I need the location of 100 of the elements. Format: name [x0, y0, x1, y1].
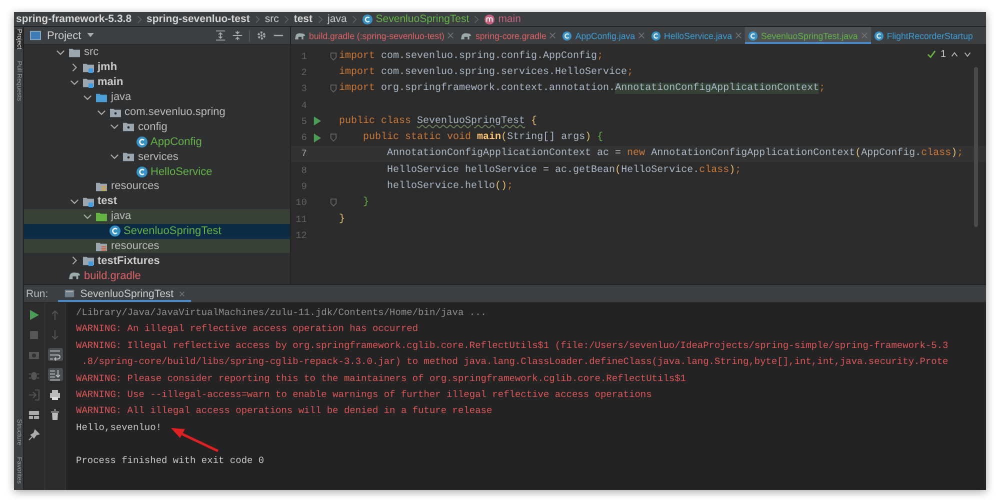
wrap-icon[interactable]: [48, 348, 62, 361]
breadcrumb-item[interactable]: spring-framework-5.3.8: [16, 13, 132, 25]
tree-item[interactable]: build.gradle: [24, 268, 290, 284]
expand-all-icon[interactable]: [215, 30, 226, 41]
console-line: /Library/Java/JavaVirtualMachines/zulu-11.jdk/Contents/Home/bin/java ...: [76, 306, 488, 320]
close-icon[interactable]: [549, 32, 556, 39]
run-icon[interactable]: [313, 116, 322, 126]
chevron-icon[interactable]: [70, 78, 78, 87]
code-line: }: [362, 197, 370, 208]
editor-tab[interactable]: HelloService.java: [648, 27, 745, 44]
chevron-icon[interactable]: [70, 256, 78, 266]
tree-item[interactable]: config: [24, 119, 290, 134]
run-tab[interactable]: SevenluoSpringTest: [58, 285, 191, 302]
chevron-icon[interactable]: [70, 196, 78, 206]
chevron-icon: [352, 14, 357, 24]
chevron-icon: [474, 14, 480, 24]
code-line: AnnotationConfigApplicationContext ac = new AnnotationConfigApplicationContext(AppConfig.class);: [386, 148, 964, 160]
code-line: public class SevenluoSpringTest {: [339, 116, 538, 127]
scroll-end-icon[interactable]: [48, 368, 62, 381]
settings-icon[interactable]: [256, 30, 267, 41]
chevron-icon[interactable]: [96, 108, 106, 116]
tree-item[interactable]: HelloService: [24, 164, 290, 180]
editor-tab[interactable]: AppConfig.java: [559, 27, 648, 44]
chevron-icon[interactable]: [70, 62, 78, 72]
fold-icon[interactable]: [330, 133, 337, 142]
tree-item[interactable]: testFixtures: [24, 253, 290, 268]
code-line: HelloService helloService = ac.getBean(HelloService.class);: [386, 164, 742, 176]
tree-item[interactable]: test: [24, 194, 290, 209]
line-number: 12: [294, 230, 307, 241]
tree-item[interactable]: java: [24, 208, 290, 224]
check-icon: [927, 50, 936, 59]
chevron-icon[interactable]: [83, 212, 92, 221]
class-icon: [748, 30, 758, 40]
line-number: 6: [300, 132, 307, 144]
breadcrumb-item[interactable]: SevenluoSpringTest: [362, 13, 470, 25]
tree-item[interactable]: jmh: [24, 60, 290, 75]
chevron-down-icon[interactable]: [963, 50, 972, 59]
panel-title[interactable]: Project: [47, 30, 82, 42]
dropdown-caret-icon[interactable]: [87, 33, 94, 38]
close-icon[interactable]: [178, 290, 185, 296]
chevron-icon[interactable]: [83, 92, 92, 102]
console-line: WARNING: Use --illegal-access=warn to enable warnings of further illegal reflective access operations: [76, 388, 653, 402]
panel-title: Run:: [25, 288, 50, 300]
code-line: import com.sevenluo.spring.config.AppConfig;: [339, 50, 604, 62]
close-icon[interactable]: [447, 32, 454, 39]
package-folder-icon: [122, 151, 135, 162]
line-number: 10: [294, 197, 307, 208]
class-icon: [651, 30, 662, 40]
method-icon: [484, 14, 496, 24]
print-icon[interactable]: [48, 388, 62, 401]
console-line: Hello,sevenluo!: [76, 420, 163, 435]
folder-icon: [95, 92, 108, 103]
code-line: helloService.hello();: [386, 181, 514, 192]
package-folder-icon: [122, 121, 135, 132]
console-line: .8/spring-core/build/libs/spring-cglib-repack-3.3.0.jar) to method java.lang.ClassLoader.defineClass(java.lang.String,byte[],int,int,java.security.Prote: [80, 355, 950, 370]
elephant-icon: [68, 270, 81, 282]
line-number: 1: [300, 50, 307, 62]
fold-icon[interactable]: [330, 52, 337, 61]
breadcrumb-item[interactable]: test: [294, 13, 313, 25]
tree-item[interactable]: main: [24, 74, 290, 90]
module-folder-icon: [82, 76, 94, 88]
chevron-icon[interactable]: [56, 48, 65, 57]
layout-icon[interactable]: [26, 408, 42, 421]
fold-icon[interactable]: [330, 198, 337, 208]
arrow-annotation: [170, 427, 220, 453]
code-line: }: [339, 214, 346, 225]
chevron-icon[interactable]: [110, 122, 119, 132]
breadcrumb-item[interactable]: src: [264, 13, 279, 25]
tree-item[interactable]: AppConfig: [24, 134, 290, 150]
close-icon[interactable]: [735, 32, 742, 39]
tree-item[interactable]: SevenluoSpringTest: [24, 224, 290, 239]
elephant-icon: [460, 30, 472, 40]
package-folder-icon: [108, 106, 122, 118]
pin-icon[interactable]: [26, 428, 42, 441]
chevron-icon: [254, 14, 260, 24]
class-icon: [136, 166, 148, 178]
line-number: 9: [300, 181, 307, 192]
line-number: 4: [300, 100, 307, 111]
class-icon: [108, 225, 120, 238]
close-icon[interactable]: [638, 32, 646, 39]
collapse-all-icon[interactable]: [232, 30, 243, 41]
chevron-icon[interactable]: [110, 152, 119, 162]
tree-item[interactable]: resources: [24, 179, 290, 194]
breadcrumb-item[interactable]: spring-sevenluo-test: [146, 13, 250, 25]
editor-tab[interactable]: FlightRecorderStartup: [870, 27, 976, 44]
line-number: 3: [300, 83, 307, 94]
line-number: 8: [300, 164, 307, 176]
tree-item[interactable]: src: [24, 45, 290, 60]
inspection-widget[interactable]: 1: [927, 49, 972, 60]
tree-item[interactable]: com.sevenluo.spring: [24, 104, 290, 120]
resources-folder-icon: [95, 240, 108, 252]
tree-item[interactable]: java: [24, 90, 290, 105]
breadcrumb-item[interactable]: java: [328, 13, 347, 25]
tree-item[interactable]: resources: [24, 238, 290, 254]
fold-icon[interactable]: [330, 84, 337, 94]
tree-item[interactable]: services: [24, 149, 290, 164]
chevron-up-icon[interactable]: [950, 50, 959, 59]
chevron-icon: [284, 14, 289, 24]
resources-folder-icon: [95, 180, 108, 192]
run-icon[interactable]: [313, 132, 322, 143]
